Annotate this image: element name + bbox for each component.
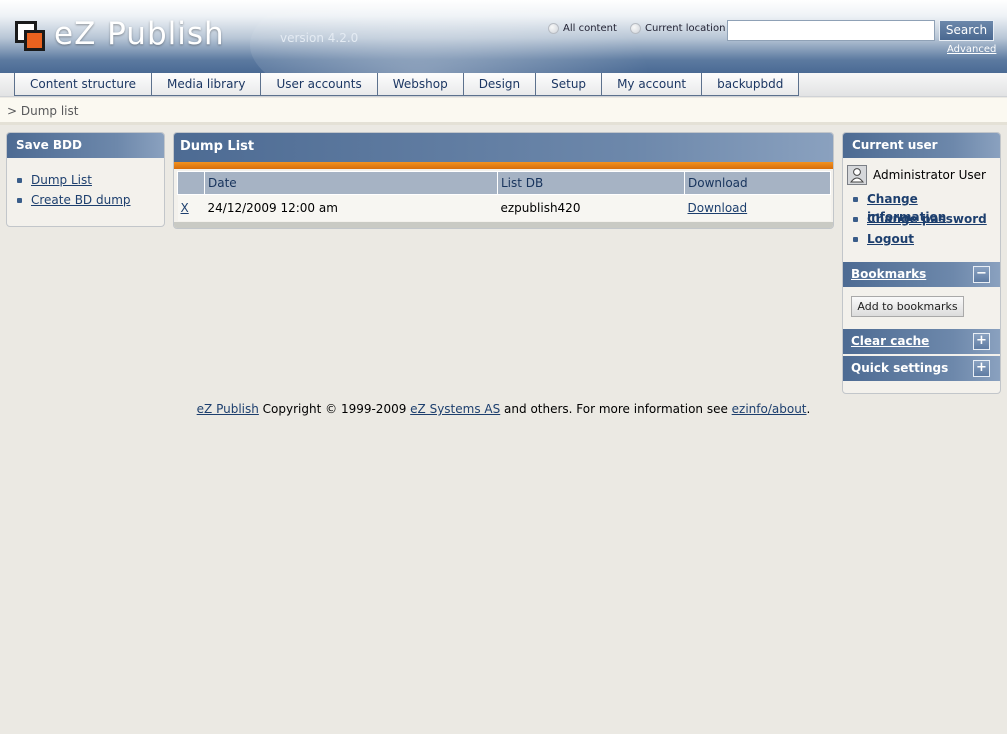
- remove-dump-link[interactable]: X: [181, 201, 189, 215]
- column-header-remove: [177, 171, 205, 195]
- bookmarks-header[interactable]: Bookmarks −: [843, 262, 1000, 287]
- ez-logo-icon[interactable]: [15, 21, 45, 51]
- tab-user-accounts[interactable]: User accounts: [260, 73, 377, 96]
- logout-link[interactable]: Logout: [867, 232, 914, 246]
- dump-list-panel: Dump List Date List DB Download X 24/12/…: [173, 132, 834, 229]
- ez-publish-link[interactable]: eZ Publish: [197, 402, 259, 416]
- tab-backupbdd[interactable]: backupbdd: [701, 73, 800, 96]
- ez-systems-link[interactable]: eZ Systems AS: [410, 402, 500, 416]
- radio-icon[interactable]: [548, 22, 559, 34]
- list-item: Change password: [843, 210, 1000, 230]
- footer-period: .: [806, 402, 811, 416]
- tab-my-account[interactable]: My account: [601, 73, 702, 96]
- clear-cache-header[interactable]: Clear cache +: [843, 329, 1000, 354]
- user-menu: Change information Change password Logou…: [843, 190, 1000, 250]
- quick-settings-header[interactable]: Quick settings +: [843, 356, 1000, 381]
- search-input[interactable]: [727, 20, 935, 41]
- list-item: Logout: [843, 230, 1000, 250]
- version-label: version 4.2.0: [280, 31, 359, 45]
- header-banner: eZ Publish version 4.2.0 All content Cur…: [0, 0, 1007, 73]
- current-user-row: Administrator User: [843, 160, 1000, 190]
- collapse-icon[interactable]: −: [973, 266, 990, 283]
- dump-date: 24/12/2009 12:00 am: [204, 194, 498, 221]
- column-header-date: Date: [204, 171, 498, 195]
- page-title: Dump List: [174, 133, 833, 162]
- bookmarks-body: Add to bookmarks: [843, 287, 1000, 327]
- expand-icon[interactable]: +: [973, 360, 990, 377]
- save-bdd-menu: Dump List Create BD dump: [7, 171, 164, 211]
- copyright-text: Copyright © 1999-2009: [258, 402, 411, 416]
- search-button[interactable]: Search: [939, 20, 994, 41]
- tab-media-library[interactable]: Media library: [151, 73, 261, 96]
- tab-design[interactable]: Design: [462, 73, 536, 96]
- ezinfo-about-link[interactable]: ezinfo/about: [732, 402, 807, 416]
- list-item: Create BD dump: [7, 191, 164, 211]
- column-header-download: Download: [684, 171, 831, 195]
- bookmarks-title[interactable]: Bookmarks: [851, 267, 926, 281]
- user-name: Administrator User: [873, 168, 986, 182]
- search-scope-all-label: All content: [563, 22, 617, 34]
- tab-setup[interactable]: Setup: [535, 73, 602, 96]
- radio-icon[interactable]: [630, 22, 641, 34]
- search-scope-current-label: Current location: [645, 22, 726, 34]
- panel-footer-bar: [174, 222, 833, 228]
- table-header-row: Date List DB Download: [177, 171, 831, 195]
- dump-db-name: ezpublish420: [497, 194, 685, 221]
- clear-cache-title[interactable]: Clear cache: [851, 334, 929, 348]
- search-scope-all-radio[interactable]: All content: [548, 21, 617, 35]
- save-bdd-panel: Save BDD Dump List Create BD dump: [6, 132, 165, 227]
- more-info-text: and others. For more information see: [500, 402, 732, 416]
- logo-text[interactable]: eZ Publish: [54, 16, 225, 52]
- list-item: Dump List: [7, 171, 164, 191]
- search-scope-current-radio[interactable]: Current location: [630, 21, 725, 35]
- main-navigation-tabs: Content structure Media library User acc…: [0, 73, 1007, 97]
- current-user-title: Current user: [843, 133, 1000, 158]
- tab-content-structure[interactable]: Content structure: [14, 73, 151, 96]
- dump-list-link[interactable]: Dump List: [31, 173, 92, 187]
- change-password-link[interactable]: Change password: [867, 212, 987, 226]
- right-sidebar: Current user Administrator User Change i…: [842, 132, 1001, 394]
- table-row: X 24/12/2009 12:00 am ezpublish420 Downl…: [177, 194, 831, 221]
- tab-webshop[interactable]: Webshop: [376, 73, 463, 96]
- column-header-list-db: List DB: [497, 171, 685, 195]
- footer: eZ Publish Copyright © 1999-2009 eZ Syst…: [0, 402, 1007, 416]
- create-bd-dump-link[interactable]: Create BD dump: [31, 193, 131, 207]
- list-item: Change information: [843, 190, 1000, 224]
- user-icon: [847, 165, 867, 185]
- expand-icon[interactable]: +: [973, 333, 990, 350]
- dump-table: Date List DB Download X 24/12/2009 12:00…: [177, 171, 831, 221]
- breadcrumb: > Dump list: [0, 98, 1007, 125]
- add-to-bookmarks-button[interactable]: Add to bookmarks: [851, 296, 964, 317]
- quick-settings-title: Quick settings: [851, 361, 949, 375]
- download-link[interactable]: Download: [688, 201, 748, 215]
- advanced-search-link[interactable]: Advanced: [947, 44, 996, 55]
- orange-accent-bar: [174, 162, 833, 169]
- save-bdd-title: Save BDD: [7, 133, 164, 158]
